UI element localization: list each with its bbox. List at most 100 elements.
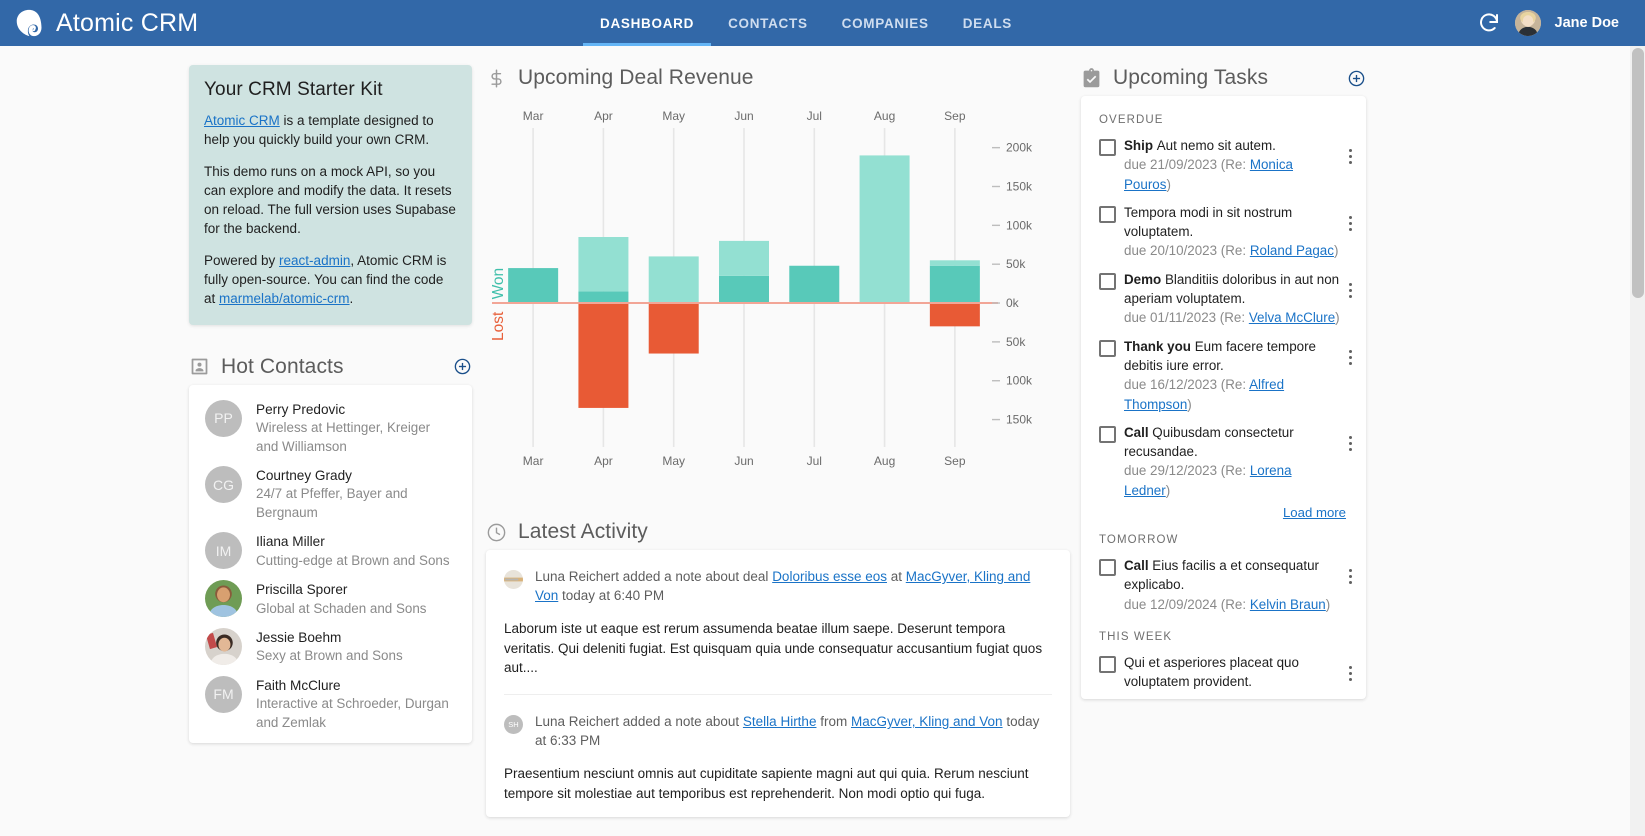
task-type: Thank you <box>1124 339 1195 354</box>
page-scrollbar[interactable] <box>1630 46 1645 836</box>
hot-contact-list-item[interactable]: Priscilla SporerGlobal at Schaden and So… <box>189 575 472 623</box>
hot-contact-list-item[interactable]: FMFaith McClureInteractive at Schroeder,… <box>189 671 472 737</box>
nav-tab-companies[interactable]: COMPANIES <box>825 0 946 46</box>
hot-contacts-card: PPPerry PredovicWireless at Hettinger, K… <box>189 385 472 744</box>
nav-tab-dashboard[interactable]: DASHBOARD <box>583 0 711 46</box>
github-repo-link[interactable]: marmelab/atomic-crm <box>219 291 350 306</box>
activity-timestamp: today at 6:40 PM <box>558 588 664 603</box>
add-task-plus-circle-icon[interactable] <box>1347 69 1366 88</box>
contact-subtitle: Cutting-edge at Brown and Sons <box>256 552 450 571</box>
contact-avatar: PP <box>205 400 242 437</box>
chart-bar-won[interactable] <box>789 266 839 303</box>
task-type: Call <box>1124 558 1152 573</box>
chart-bar-won[interactable] <box>719 276 769 303</box>
load-more-button[interactable]: Load more <box>1283 505 1346 520</box>
avatar[interactable] <box>1515 10 1541 36</box>
task-title: Eius facilis a et consequatur explicabo. <box>1124 558 1319 592</box>
task-more-options-icon[interactable] <box>1340 267 1360 298</box>
upcoming-tasks-title: Upcoming Tasks <box>1113 66 1268 90</box>
activity-description: Luna Reichert added a note about Stella … <box>535 712 1052 750</box>
app-header-right: Jane Doe <box>1477 0 1619 46</box>
chart-bar-pending[interactable] <box>930 260 980 265</box>
activity-primary-link[interactable]: Doloribus esse eos <box>772 569 887 584</box>
task-list-item: Ship Aut nemo sit autem.due 21/09/2023 (… <box>1081 130 1366 197</box>
dashboard-page: Your CRM Starter Kit Atomic CRM is a tem… <box>0 46 1629 836</box>
task-checkbox[interactable] <box>1099 139 1116 156</box>
chart-bar-pending[interactable] <box>649 256 699 303</box>
chart-bar-won[interactable] <box>508 268 558 303</box>
task-due-date: due 20/10/2023 (Re: <box>1124 243 1250 258</box>
hot-contacts-title: Hot Contacts <box>221 355 344 379</box>
task-more-options-icon[interactable] <box>1340 200 1360 231</box>
contact-name: Jessie Boehm <box>256 629 403 647</box>
task-checkbox[interactable] <box>1099 559 1116 576</box>
activity-text-mid: from <box>816 714 851 729</box>
atomic-crm-link[interactable]: Atomic CRM <box>204 113 280 128</box>
upcoming-tasks-card: OVERDUEShip Aut nemo sit autem.due 21/09… <box>1081 96 1366 699</box>
react-admin-link[interactable]: react-admin <box>279 253 350 268</box>
task-contact-link[interactable]: Kelvin Braun <box>1250 597 1326 612</box>
refresh-icon[interactable] <box>1477 11 1501 35</box>
nav-tab-deals[interactable]: DEALS <box>946 0 1029 46</box>
task-due-close: ) <box>1187 397 1191 412</box>
chart-bar-lost[interactable] <box>649 303 699 354</box>
task-text: Qui et asperiores placeat quo voluptatem… <box>1124 650 1340 692</box>
task-checkbox[interactable] <box>1099 340 1116 357</box>
task-checkbox[interactable] <box>1099 426 1116 443</box>
add-contact-plus-circle-icon[interactable] <box>453 357 472 376</box>
chart-bar-lost[interactable] <box>578 303 628 408</box>
left-column: Your CRM Starter Kit Atomic CRM is a tem… <box>189 65 472 743</box>
task-type: Call <box>1124 425 1152 440</box>
chart-bar-lost[interactable] <box>930 303 980 326</box>
hot-contact-list-item[interactable]: PPPerry PredovicWireless at Hettinger, K… <box>189 395 472 461</box>
dollar-icon <box>486 68 507 89</box>
activity-company-link[interactable]: MacGyver, Kling and Von <box>851 714 1003 729</box>
chart-xtick-bottom: Mar <box>523 454 544 468</box>
task-text: Call Eius facilis a et consequatur expli… <box>1124 553 1340 614</box>
chart-bar-pending[interactable] <box>860 155 910 303</box>
chart-ytick-label: 100k <box>1006 218 1033 232</box>
user-name[interactable]: Jane Doe <box>1555 15 1619 31</box>
task-more-options-icon[interactable] <box>1340 553 1360 584</box>
task-more-options-icon[interactable] <box>1340 334 1360 365</box>
task-more-options-icon[interactable] <box>1340 133 1360 164</box>
hot-contact-list-item[interactable]: CGCourtney Grady24/7 at Pfeffer, Bayer a… <box>189 461 472 527</box>
task-checkbox[interactable] <box>1099 656 1116 673</box>
chart-xtick-top: Apr <box>594 109 613 123</box>
starter-kit-title: Your CRM Starter Kit <box>204 79 457 101</box>
starter-kit-p3-pre: Powered by <box>204 253 279 268</box>
task-group-label: THIS WEEK <box>1081 617 1366 647</box>
contact-avatar: FM <box>205 676 242 713</box>
activity-primary-link[interactable]: Stella Hirthe <box>743 714 817 729</box>
task-title: Tempora modi in sit nostrum voluptatem. <box>1124 205 1292 239</box>
hot-contacts-list: PPPerry PredovicWireless at Hettinger, K… <box>189 385 472 744</box>
app-title: Atomic CRM <box>56 9 198 38</box>
task-contact-link[interactable]: Roland Pagac <box>1250 243 1334 258</box>
nav-tab-contacts[interactable]: CONTACTS <box>711 0 825 46</box>
task-due-date: due 21/09/2023 (Re: <box>1124 157 1250 172</box>
chart-bar-pending[interactable] <box>578 237 628 291</box>
chart-xtick-bottom: Sep <box>944 454 966 468</box>
task-more-options-icon[interactable] <box>1340 420 1360 451</box>
task-contact-link[interactable]: Velva McClure <box>1249 310 1335 325</box>
task-checkbox[interactable] <box>1099 206 1116 223</box>
hot-contact-list-item[interactable]: IMIliana MillerCutting-edge at Brown and… <box>189 527 472 575</box>
task-checkbox[interactable] <box>1099 273 1116 290</box>
chart-bar-pending[interactable] <box>719 241 769 276</box>
contact-subtitle: Wireless at Hettinger, Kreiger and Willi… <box>256 419 456 456</box>
hot-contact-list-item[interactable]: Jessie BoehmSexy at Brown and Sons <box>189 623 472 671</box>
chart-ytick-label: 0k <box>1006 296 1020 310</box>
deal-revenue-chart-svg[interactable]: MarMarAprAprMayMayJunJunJulJulAugAugSepS… <box>486 96 1070 491</box>
task-due-close: ) <box>1166 483 1170 498</box>
app-logo-group[interactable]: Atomic CRM <box>14 8 198 38</box>
task-more-options-icon[interactable] <box>1340 650 1360 681</box>
contact-text: Iliana MillerCutting-edge at Brown and S… <box>256 532 450 570</box>
chart-bar-won[interactable] <box>930 266 980 303</box>
contact-text: Priscilla SporerGlobal at Schaden and So… <box>256 580 426 618</box>
chart-xtick-bottom: Jul <box>807 454 822 468</box>
chart-bar-won[interactable] <box>578 291 628 303</box>
scrollbar-thumb[interactable] <box>1632 48 1644 298</box>
task-list-item: Demo Blanditiis doloribus in aut non ape… <box>1081 264 1366 331</box>
task-text: Ship Aut nemo sit autem.due 21/09/2023 (… <box>1124 133 1340 194</box>
task-due-close: ) <box>1335 310 1339 325</box>
